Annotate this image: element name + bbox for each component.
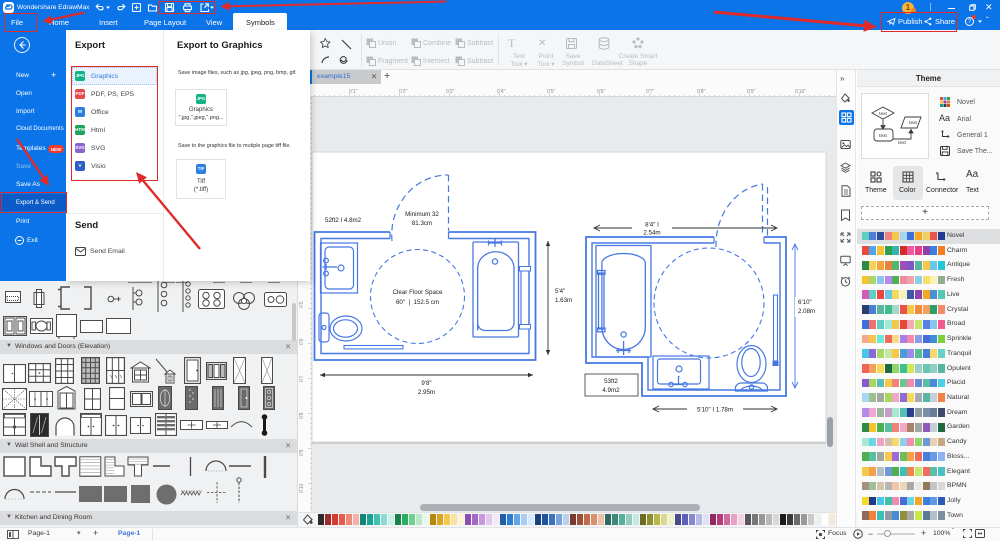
svg-text:81.3cm: 81.3cm (412, 220, 432, 227)
svg-text:0'5'': 0'5'' (547, 89, 555, 95)
svg-text:0'7: 0'7 (299, 375, 305, 382)
svg-text:0'9'': 0'9'' (747, 89, 755, 95)
svg-text:5'4": 5'4" (555, 288, 565, 295)
svg-text:0'6: 0'6 (299, 338, 305, 345)
svg-text:Clear Floor Space: Clear Floor Space (393, 289, 443, 296)
svg-text:2.08m: 2.08m (798, 308, 815, 315)
svg-text:0'2'': 0'2'' (399, 89, 407, 95)
svg-text:text: text (898, 140, 906, 146)
svg-text:60" | 152.5 cm: 60" | 152.5 cm (396, 299, 439, 306)
svg-text:0'4'': 0'4'' (497, 89, 505, 95)
svg-text:text: text (879, 133, 887, 139)
svg-text:9'8": 9'8" (421, 380, 431, 387)
svg-text:0'7'': 0'7'' (646, 89, 654, 95)
svg-text:0'1'': 0'1'' (349, 89, 357, 95)
svg-text:1.63m: 1.63m (555, 297, 572, 304)
svg-text:2.54m: 2.54m (643, 230, 660, 237)
svg-text:text: text (909, 120, 917, 126)
svg-text:53ft2: 53ft2 (604, 378, 618, 385)
svg-text:Minimum 32: Minimum 32 (405, 211, 439, 218)
svg-text:0'5: 0'5 (299, 301, 305, 308)
svg-text:2.95m: 2.95m (418, 389, 435, 396)
svg-text:0'3'': 0'3'' (446, 89, 454, 95)
svg-text:text: text (879, 111, 887, 117)
svg-text:0'10'': 0'10'' (795, 89, 806, 95)
svg-text:0'6'': 0'6'' (597, 89, 605, 95)
svg-text:0'8: 0'8 (299, 412, 305, 419)
svg-text:8'4" I: 8'4" I (645, 222, 659, 229)
svg-text:0'9: 0'9 (299, 449, 305, 456)
svg-text:6'10": 6'10" (798, 299, 812, 306)
svg-text:4.9m2: 4.9m2 (602, 387, 620, 394)
svg-text:0'10: 0'10 (299, 483, 305, 493)
svg-text:52ft2 I 4.8m2: 52ft2 I 4.8m2 (325, 217, 362, 224)
svg-text:5'10" I 1.78m: 5'10" I 1.78m (697, 406, 733, 413)
svg-text:0'8'': 0'8'' (697, 89, 705, 95)
